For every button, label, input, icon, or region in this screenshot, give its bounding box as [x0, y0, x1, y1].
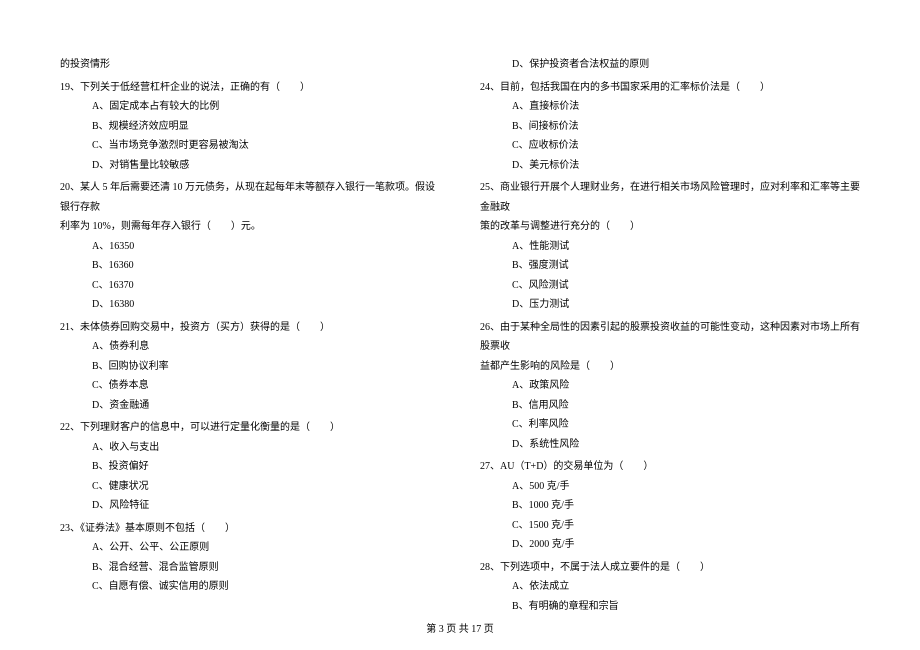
option-a: A、直接标价法	[480, 97, 860, 117]
option-c: C、债券本息	[60, 376, 440, 396]
option-c: C、健康状况	[60, 477, 440, 497]
question-25: 25、商业银行开展个人理财业务，在进行相关市场风险管理时，应对利率和汇率等主要金…	[480, 178, 860, 315]
option-b: B、强度测试	[480, 256, 860, 276]
option-d: D、资金融通	[60, 396, 440, 416]
option-a: A、性能测试	[480, 237, 860, 257]
option-b: B、回购协议利率	[60, 357, 440, 377]
option-b: B、间接标价法	[480, 117, 860, 137]
question-21: 21、未体债券回购交易中，投资方（买方）获得的是（ ） A、债券利息 B、回购协…	[60, 318, 440, 416]
option-a: A、固定成本占有较大的比例	[60, 97, 440, 117]
option-a: A、依法成立	[480, 577, 860, 597]
question-stem: 22、下列理财客户的信息中，可以进行定量化衡量的是（ ）	[60, 418, 440, 438]
question-22: 22、下列理财客户的信息中，可以进行定量化衡量的是（ ） A、收入与支出 B、投…	[60, 418, 440, 516]
question-stem-line1: 25、商业银行开展个人理财业务，在进行相关市场风险管理时，应对利率和汇率等主要金…	[480, 178, 860, 217]
question-stem-line1: 26、由于某种全局性的因素引起的股票投资收益的可能性变动，这种因素对市场上所有股…	[480, 318, 860, 357]
question-stem: 21、未体债券回购交易中，投资方（买方）获得的是（ ）	[60, 318, 440, 338]
option-a: A、公开、公平、公正原则	[60, 538, 440, 558]
option-c: C、风险测试	[480, 276, 860, 296]
question-24: 24、目前，包括我国在内的多书国家采用的汇率标价法是（ ） A、直接标价法 B、…	[480, 78, 860, 176]
option-c: C、1500 克/手	[480, 516, 860, 536]
option-b: B、规模经济效应明显	[60, 117, 440, 137]
option-b: B、投资偏好	[60, 457, 440, 477]
right-column: D、保护投资者合法权益的原则 24、目前，包括我国在内的多书国家采用的汇率标价法…	[480, 55, 860, 616]
option-b: B、16360	[60, 256, 440, 276]
question-stem-line2: 益都产生影响的风险是（ ）	[480, 357, 860, 377]
option-a: A、政策风险	[480, 376, 860, 396]
option-a: A、债券利息	[60, 337, 440, 357]
option-d: D、2000 克/手	[480, 535, 860, 555]
option-a: A、16350	[60, 237, 440, 257]
left-column: 的投资情形 19、下列关于低经营杠杆企业的说法，正确的有（ ） A、固定成本占有…	[60, 55, 440, 616]
option-d: D、16380	[60, 295, 440, 315]
question-stem: 23、《证券法》基本原则不包括（ ）	[60, 519, 440, 539]
question-19: 19、下列关于低经营杠杆企业的说法，正确的有（ ） A、固定成本占有较大的比例 …	[60, 78, 440, 176]
option-c: C、当市场竞争激烈时更容易被淘汰	[60, 136, 440, 156]
question-stem-line1: 20、某人 5 年后需要还清 10 万元债务，从现在起每年末等额存入银行一笔款项…	[60, 178, 440, 217]
question-stem-line2: 利率为 10%，则需每年存入银行（ ）元。	[60, 217, 440, 237]
question-stem: 24、目前，包括我国在内的多书国家采用的汇率标价法是（ ）	[480, 78, 860, 98]
option-b: B、有明确的章程和宗旨	[480, 597, 860, 617]
option-d: D、对销售量比较敏感	[60, 156, 440, 176]
exam-content: 的投资情形 19、下列关于低经营杠杆企业的说法，正确的有（ ） A、固定成本占有…	[60, 55, 860, 616]
question-20: 20、某人 5 年后需要还清 10 万元债务，从现在起每年末等额存入银行一笔款项…	[60, 178, 440, 315]
option-b: B、信用风险	[480, 396, 860, 416]
option-c: C、16370	[60, 276, 440, 296]
question-23: 23、《证券法》基本原则不包括（ ） A、公开、公平、公正原则 B、混合经营、混…	[60, 519, 440, 597]
option-b: B、混合经营、混合监管原则	[60, 558, 440, 578]
question-stem: 27、AU（T+D）的交易单位为（ ）	[480, 457, 860, 477]
option-a: A、收入与支出	[60, 438, 440, 458]
option-d: D、风险特征	[60, 496, 440, 516]
question-stem-line2: 策的改革与调整进行充分的（ ）	[480, 217, 860, 237]
question-stem: 28、下列选项中，不属于法人成立要件的是（ ）	[480, 558, 860, 578]
option-a: A、500 克/手	[480, 477, 860, 497]
question-stem: 19、下列关于低经营杠杆企业的说法，正确的有（ ）	[60, 78, 440, 98]
question-27: 27、AU（T+D）的交易单位为（ ） A、500 克/手 B、1000 克/手…	[480, 457, 860, 555]
continued-text: 的投资情形	[60, 55, 440, 75]
option-b: B、1000 克/手	[480, 496, 860, 516]
option-c: C、应收标价法	[480, 136, 860, 156]
option-c: C、利率风险	[480, 415, 860, 435]
option-d: D、美元标价法	[480, 156, 860, 176]
page-footer: 第 3 页 共 17 页	[0, 620, 920, 635]
continued-option-d: D、保护投资者合法权益的原则	[480, 55, 860, 75]
option-c: C、自愿有偿、诚实信用的原则	[60, 577, 440, 597]
question-26: 26、由于某种全局性的因素引起的股票投资收益的可能性变动，这种因素对市场上所有股…	[480, 318, 860, 455]
question-28: 28、下列选项中，不属于法人成立要件的是（ ） A、依法成立 B、有明确的章程和…	[480, 558, 860, 617]
option-d: D、压力测试	[480, 295, 860, 315]
option-d: D、系统性风险	[480, 435, 860, 455]
